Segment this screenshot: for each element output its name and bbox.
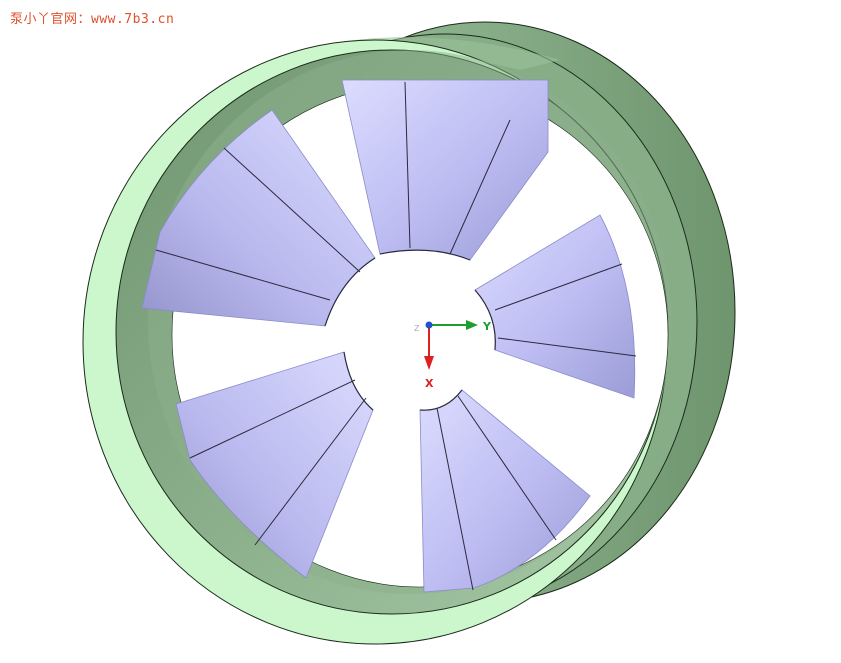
x-axis-label: X	[425, 377, 434, 390]
z-axis-origin-icon	[425, 321, 433, 329]
impeller-model-view[interactable]: Y X Z	[0, 0, 841, 663]
y-axis-label: Y	[482, 320, 492, 333]
z-axis-label: Z	[414, 324, 420, 333]
